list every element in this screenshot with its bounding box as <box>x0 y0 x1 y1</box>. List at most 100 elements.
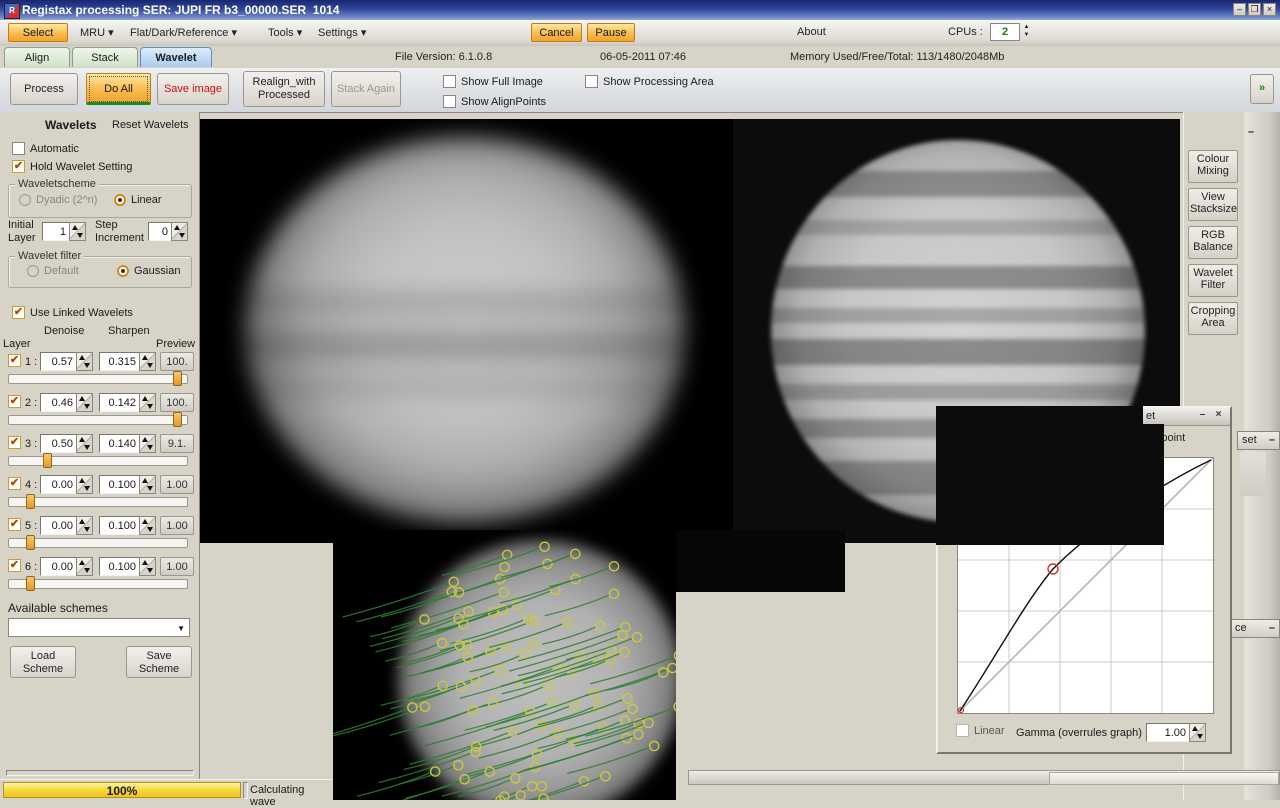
edge-window-top[interactable]: set – <box>1237 431 1280 450</box>
process-button[interactable]: Process <box>10 73 78 105</box>
cpus-spinner[interactable]: 2 <box>990 23 1020 41</box>
layer-enable-checkbox[interactable]: ✔ <box>8 518 21 531</box>
sharpen-spin-buttons[interactable] <box>139 434 156 453</box>
colour-mixing-button[interactable]: Colour Mixing <box>1188 150 1238 183</box>
pause-button[interactable]: Pause <box>587 23 635 42</box>
rgb-balance-button[interactable]: RGB Balance <box>1188 226 1238 259</box>
gamma-value-input[interactable]: 1.00 <box>1146 723 1190 742</box>
show-alignpoints-checkbox[interactable]: Show AlignPoints <box>443 95 546 108</box>
view-stacksize-button[interactable]: View Stacksize <box>1188 188 1238 221</box>
reset-wavelets-button[interactable]: Reset Wavelets <box>112 119 189 131</box>
hold-wavelet-checkbox[interactable]: ✔ Hold Wavelet Setting <box>12 160 132 173</box>
expand-panel-button[interactable]: » <box>1250 74 1274 104</box>
menu-tools[interactable]: Tools ▾ <box>268 26 302 39</box>
menu-settings[interactable]: Settings ▾ <box>318 26 366 39</box>
initial-layer-input[interactable]: 1 <box>42 222 70 241</box>
menu-about[interactable]: About <box>797 26 826 38</box>
sharpen-spin-buttons[interactable] <box>139 475 156 494</box>
gamma-close-button[interactable]: × <box>1212 410 1225 422</box>
denoise-input[interactable]: 0.00 <box>40 557 77 576</box>
cancel-button[interactable]: Cancel <box>531 23 582 42</box>
preview-value-button[interactable]: 100. <box>160 352 194 371</box>
sharpen-spin-buttons[interactable] <box>139 557 156 576</box>
sharpen-input[interactable]: 0.100 <box>99 475 140 494</box>
denoise-spin-buttons[interactable] <box>76 352 93 371</box>
sharpen-spin-buttons[interactable] <box>139 393 156 412</box>
tab-align[interactable]: Align <box>4 47 70 67</box>
layer-slider[interactable] <box>8 412 188 427</box>
sharpen-input[interactable]: 0.140 <box>99 434 140 453</box>
alignpoints-image[interactable] <box>333 530 676 800</box>
minimize-button[interactable]: – <box>1233 3 1246 16</box>
denoise-input[interactable]: 0.00 <box>40 475 77 494</box>
layer-enable-checkbox[interactable]: ✔ <box>8 354 21 367</box>
gamma-minimize-button[interactable]: – <box>1196 410 1209 422</box>
sharpen-spin-buttons[interactable] <box>139 352 156 371</box>
save-image-button[interactable]: Save image <box>157 73 229 105</box>
gaussian-radio[interactable]: Gaussian <box>117 265 180 278</box>
slider-thumb[interactable] <box>26 576 35 591</box>
denoise-spin-buttons[interactable] <box>76 475 93 494</box>
layer-slider[interactable] <box>8 494 188 509</box>
save-scheme-button[interactable]: Save Scheme <box>126 646 192 678</box>
denoise-spin-buttons[interactable] <box>76 516 93 535</box>
sharpen-input[interactable]: 0.315 <box>99 352 140 371</box>
layer-slider[interactable] <box>8 535 188 550</box>
slider-thumb[interactable] <box>43 453 52 468</box>
preview-image-blurred[interactable] <box>200 119 733 543</box>
default-radio[interactable]: Default <box>27 265 79 278</box>
denoise-input[interactable]: 0.00 <box>40 516 77 535</box>
restore-button[interactable]: ❐ <box>1248 3 1261 16</box>
initial-layer-spin-buttons[interactable] <box>69 222 86 241</box>
slider-thumb[interactable] <box>173 412 182 427</box>
slider-thumb[interactable] <box>26 494 35 509</box>
denoise-input[interactable]: 0.57 <box>40 352 77 371</box>
automatic-checkbox[interactable]: Automatic <box>12 142 79 155</box>
denoise-input[interactable]: 0.50 <box>40 434 77 453</box>
scrollbar-thumb[interactable] <box>1049 772 1279 785</box>
horizontal-scrollbar[interactable] <box>688 770 1280 785</box>
use-linked-wavelets-checkbox[interactable]: ✔ Use Linked Wavelets <box>12 306 133 319</box>
menu-mru[interactable]: MRU ▾ <box>80 26 114 39</box>
preview-value-button[interactable]: 100. <box>160 393 194 412</box>
step-increment-input[interactable]: 0 <box>148 222 172 241</box>
minimize-icon[interactable]: – <box>1269 434 1275 446</box>
preview-value-button[interactable]: 1.00 <box>160 557 194 576</box>
dyadic-radio[interactable]: Dyadic (2^n) <box>19 194 97 207</box>
sharpen-input[interactable]: 0.100 <box>99 557 140 576</box>
layer-slider[interactable] <box>8 453 188 468</box>
gamma-spin-buttons[interactable] <box>1189 723 1206 742</box>
sharpen-spin-buttons[interactable] <box>139 516 156 535</box>
slider-thumb[interactable] <box>26 535 35 550</box>
layer-enable-checkbox[interactable]: ✔ <box>8 559 21 572</box>
preview-value-button[interactable]: 1.00 <box>160 516 194 535</box>
show-processing-area-checkbox[interactable]: Show Processing Area <box>585 75 714 88</box>
load-scheme-button[interactable]: Load Scheme <box>10 646 76 678</box>
layer-slider[interactable] <box>8 576 188 591</box>
schemes-dropdown[interactable]: ▼ <box>8 618 190 637</box>
denoise-spin-buttons[interactable] <box>76 434 93 453</box>
preview-value-button[interactable]: 1.00 <box>160 475 194 494</box>
edge-window-bottom[interactable]: ce – <box>1230 619 1280 638</box>
show-full-image-checkbox[interactable]: Show Full Image <box>443 75 543 88</box>
minimize-icon[interactable]: – <box>1269 622 1275 634</box>
denoise-input[interactable]: 0.46 <box>40 393 77 412</box>
cropping-area-button[interactable]: Cropping Area <box>1188 302 1238 335</box>
select-button[interactable]: Select <box>8 23 68 42</box>
do-all-button[interactable]: Do All <box>86 73 151 105</box>
step-increment-spin-buttons[interactable] <box>171 222 188 241</box>
layer-enable-checkbox[interactable]: ✔ <box>8 477 21 490</box>
close-button[interactable]: × <box>1263 3 1276 16</box>
denoise-spin-buttons[interactable] <box>76 557 93 576</box>
layer-enable-checkbox[interactable]: ✔ <box>8 395 21 408</box>
wavelet-filter-button[interactable]: Wavelet Filter <box>1188 264 1238 297</box>
gamma-linear-checkbox[interactable]: Linear <box>956 724 1005 737</box>
realign-with-processed-button[interactable]: Realign_with Processed <box>243 71 325 107</box>
panel-minimize-button[interactable]: – <box>1248 126 1254 138</box>
sharpen-input[interactable]: 0.100 <box>99 516 140 535</box>
linear-radio[interactable]: Linear <box>114 194 162 207</box>
menu-flat-dark-reference[interactable]: Flat/Dark/Reference ▾ <box>130 26 237 39</box>
stack-again-button[interactable]: Stack Again <box>331 71 401 107</box>
sharpen-input[interactable]: 0.142 <box>99 393 140 412</box>
denoise-spin-buttons[interactable] <box>76 393 93 412</box>
